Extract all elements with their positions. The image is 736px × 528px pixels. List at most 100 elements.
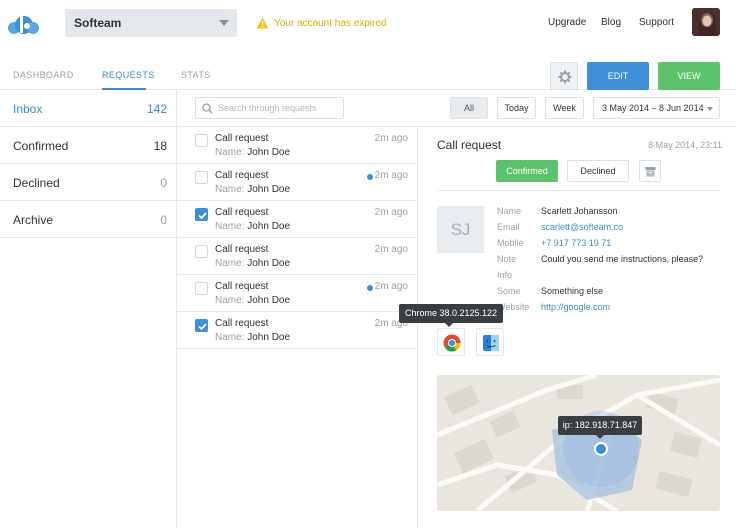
filter-week-button[interactable]: Week (545, 97, 584, 119)
row-name: Name: John Doe (215, 295, 290, 306)
row-name-value: John Doe (247, 221, 291, 232)
sidebar-item-label: Confirmed (13, 139, 69, 153)
field-label-email: Email (497, 222, 520, 232)
user-avatar[interactable] (692, 8, 720, 36)
app-logo[interactable] (7, 12, 39, 36)
field-value-mobile[interactable]: +7 917 773 19 71 (541, 238, 611, 248)
unread-dot-icon (367, 174, 373, 180)
tab-requests[interactable]: REQUESTS (102, 70, 155, 80)
list-item[interactable]: Call request Name: John Doe 2m ago (177, 312, 418, 349)
row-title: Call request (215, 244, 269, 255)
list-item[interactable]: Call request Name: John Doe 2m ago (177, 201, 418, 238)
tab-dashboard[interactable]: DASHBOARD (13, 70, 74, 80)
sidebar-item-archive[interactable]: Archive 0 (0, 201, 177, 238)
sidebar-item-count: 0 (160, 213, 167, 227)
row-name-value: John Doe (247, 295, 291, 306)
row-name: Name: John Doe (215, 221, 290, 232)
detail-title: Call request (437, 138, 502, 152)
contact-initials-avatar: SJ (437, 206, 484, 253)
sidebar-item-inbox[interactable]: Inbox 142 (0, 90, 177, 127)
row-checkbox[interactable] (195, 171, 208, 184)
row-name-value: John Doe (247, 147, 291, 158)
field-value-email[interactable]: scarlett@softeam.co (541, 222, 623, 232)
row-checkbox[interactable] (195, 282, 208, 295)
field-label-name: Name (497, 206, 522, 216)
row-title: Call request (215, 318, 269, 329)
list-item[interactable]: Call request Name: John Doe 2m ago (177, 275, 418, 312)
list-item[interactable]: Call request Name: John Doe 2m ago (177, 127, 418, 164)
chrome-browser-button[interactable] (437, 328, 465, 356)
row-title: Call request (215, 170, 269, 181)
account-expired-text: Your account has expired (274, 17, 387, 29)
browser-tooltip: Chrome 38.0.2125.122 (399, 304, 503, 327)
edit-button[interactable]: EDIT (587, 62, 649, 90)
sidebar-item-confirmed[interactable]: Confirmed 18 (0, 127, 177, 164)
sidebar-item-count: 0 (160, 176, 167, 190)
avatar-photo (692, 8, 720, 36)
unread-dot-icon (367, 285, 373, 291)
row-name-value: John Doe (247, 258, 291, 269)
filter-all-button[interactable]: All (450, 97, 488, 119)
gear-icon (558, 70, 572, 84)
declined-button[interactable]: Declined (567, 160, 629, 182)
chevron-down-icon (707, 107, 713, 111)
sidebar: Inbox 142 Confirmed 18 Declined 0 Archiv… (0, 90, 177, 528)
date-range-select[interactable]: 3 May 2014 – 8 Jun 2014 (593, 97, 720, 119)
list-item[interactable]: Call request Name: John Doe 2m ago (177, 164, 418, 201)
finder-icon (483, 335, 499, 351)
finder-os-button[interactable] (476, 328, 504, 356)
row-name-label: Name: (215, 332, 245, 343)
location-map[interactable] (437, 375, 720, 511)
row-name: Name: John Doe (215, 184, 290, 195)
row-name-value: John Doe (247, 184, 291, 195)
row-title: Call request (215, 281, 269, 292)
sidebar-item-label: Inbox (13, 102, 43, 116)
top-bar: Softeam Your account has expired Upgrade… (0, 0, 736, 48)
chevron-down-icon (219, 20, 229, 26)
detail-divider (437, 190, 720, 191)
search-input[interactable] (218, 101, 340, 115)
sidebar-item-label: Archive (13, 213, 54, 227)
confirmed-button[interactable]: Confirmed (496, 160, 558, 182)
nav-upgrade[interactable]: Upgrade (548, 17, 586, 28)
field-value-some: Something else (541, 286, 604, 296)
sidebar-item-count: 142 (146, 102, 167, 116)
field-label-some: Some (497, 286, 521, 296)
row-checkbox[interactable] (195, 208, 208, 221)
row-title: Call request (215, 133, 269, 144)
row-title: Call request (215, 207, 269, 218)
detail-date: 8 May 2014, 23:11 (648, 140, 722, 150)
archive-icon (645, 167, 656, 177)
list-item[interactable]: Call request Name: John Doe 2m ago (177, 238, 418, 275)
row-name-label: Name: (215, 258, 245, 269)
request-list: Call request Name: John Doe 2m ago Call … (177, 127, 418, 528)
sidebar-item-label: Declined (13, 176, 60, 190)
nav-support[interactable]: Support (639, 17, 674, 28)
date-range-value: 3 May 2014 – 8 Jun 2014 (602, 103, 704, 113)
nav-blog[interactable]: Blog (601, 17, 621, 28)
team-select[interactable]: Softeam (65, 9, 237, 37)
row-checkbox[interactable] (195, 134, 208, 147)
team-select-value: Softeam (74, 16, 122, 30)
row-checkbox[interactable] (195, 245, 208, 258)
field-label-mobile: Mobile (497, 238, 524, 248)
row-name-label: Name: (215, 184, 245, 195)
sidebar-item-declined[interactable]: Declined 0 (0, 164, 177, 201)
archive-button[interactable] (639, 160, 661, 182)
row-checkbox[interactable] (195, 319, 208, 332)
sidebar-item-count: 18 (153, 139, 167, 153)
search-icon (202, 103, 213, 114)
row-time: 2m ago (374, 133, 408, 144)
warning-icon (256, 17, 269, 29)
filter-today-button[interactable]: Today (497, 97, 536, 119)
settings-button[interactable] (550, 62, 578, 90)
field-value-website[interactable]: http://google.com (541, 302, 610, 312)
tab-stats[interactable]: STATS (181, 70, 211, 80)
field-label-note: Note (497, 254, 517, 264)
view-button[interactable]: VIEW (658, 62, 720, 90)
map-graphic (437, 375, 720, 511)
account-expired-alert: Your account has expired (256, 16, 387, 30)
row-time: 2m ago (374, 281, 408, 292)
field-label-info: Info (497, 270, 513, 280)
search-box[interactable] (195, 97, 344, 119)
